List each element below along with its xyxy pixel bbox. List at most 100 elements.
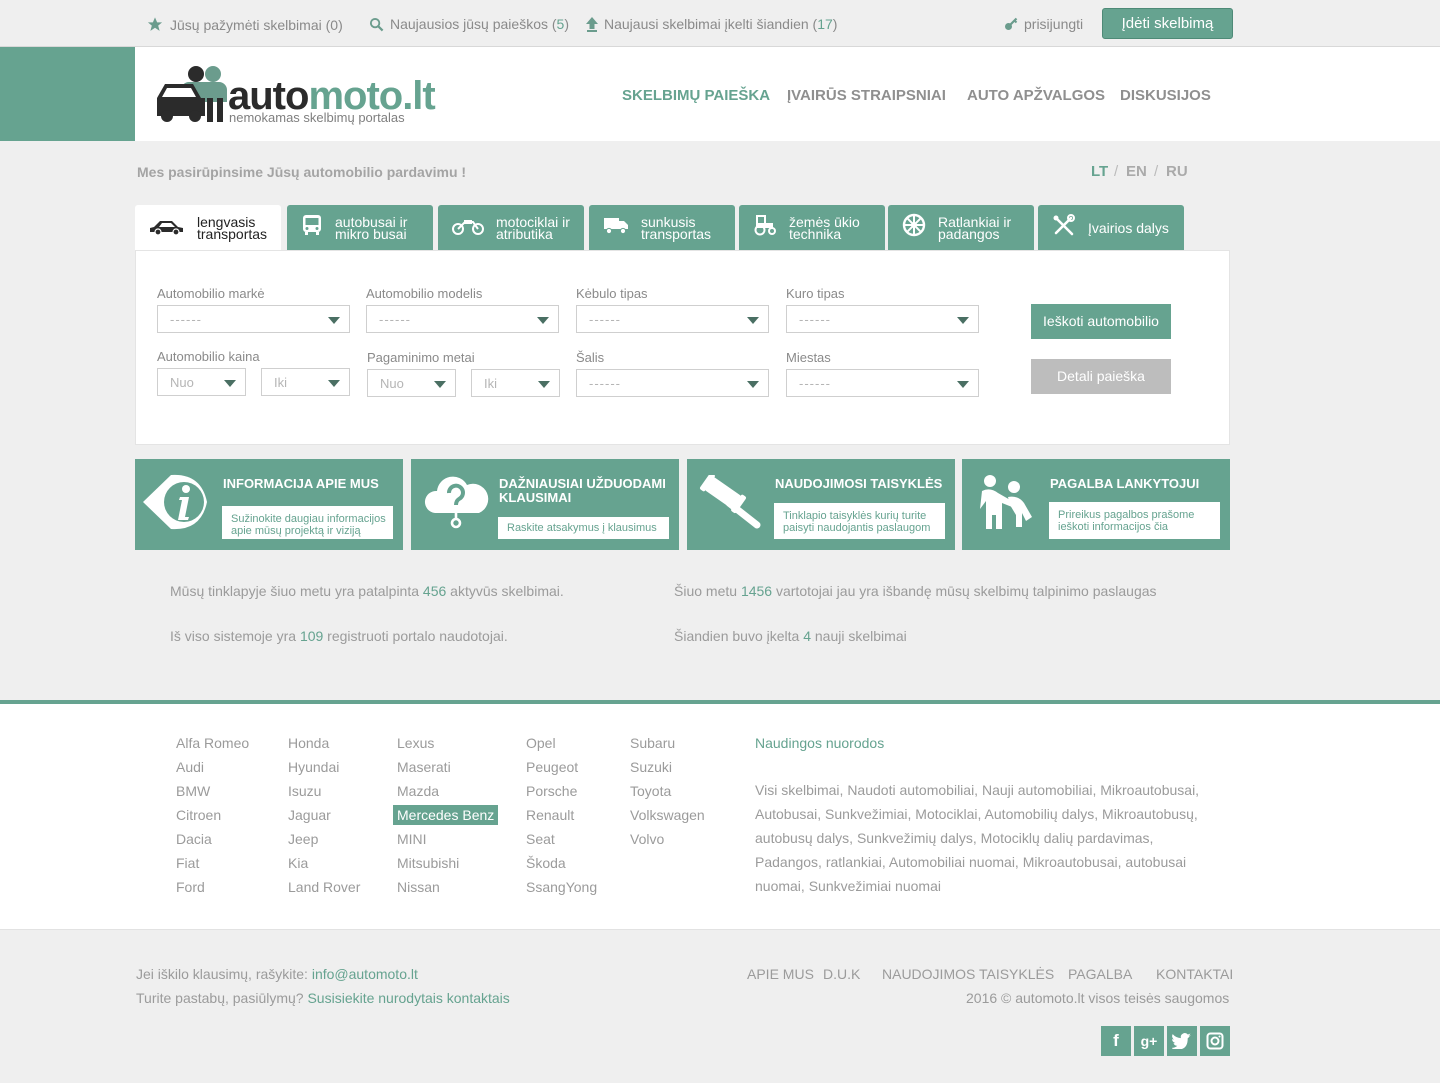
twitter-icon[interactable] [1167,1026,1197,1056]
brand-link[interactable]: SsangYong [526,879,597,895]
brand-link[interactable]: Suzuki [630,759,672,775]
year-to-select[interactable]: Iki [471,369,560,397]
brand-link[interactable]: BMW [176,783,210,799]
bus-icon [301,214,323,241]
brand-link[interactable]: Nissan [397,879,440,895]
footer-nav-faq[interactable]: D.U.K [823,966,860,982]
detailed-search-button[interactable]: Detali paieška [1031,359,1171,394]
info-box-rules[interactable]: NAUDOJIMOSI TAISYKLĖS Tinklapio taisyklė… [687,459,955,550]
brand-link[interactable]: Fiat [176,855,199,871]
body-type-select[interactable]: ------ [576,305,769,333]
price-to-select[interactable]: Iki [261,368,350,396]
post-ad-button[interactable]: Įdėti skelbimą [1102,8,1233,39]
year-from-select[interactable]: Nuo [367,369,456,397]
logo-icon[interactable] [155,64,231,129]
motorcycle-icon [452,215,484,240]
brand-link[interactable]: Škoda [526,855,566,871]
brand-link[interactable]: Porsche [526,783,577,799]
tab-motorcycles[interactable]: motociklai ir atributika [438,205,584,250]
brand-link[interactable]: Isuzu [288,783,321,799]
brand-link[interactable]: Hyundai [288,759,339,775]
make-label: Automobilio markė [157,286,265,301]
model-label: Automobilio modelis [366,286,483,301]
brand-link[interactable]: Mazda [397,783,439,799]
nav-discussions[interactable]: DISKUSIJOS [1120,87,1211,104]
saved-ads-link[interactable]: Jūsų pažymėti skelbimai (0) [146,16,343,33]
footer-nav-help[interactable]: PAGALBA [1068,966,1132,982]
tools-icon [1052,213,1076,242]
instagram-icon[interactable] [1200,1026,1230,1056]
brand-link[interactable]: Dacia [176,831,212,847]
lang-en[interactable]: EN [1126,163,1147,180]
city-select[interactable]: ------ [786,369,979,397]
chevron-down-icon [747,317,759,324]
intro-text: Mes pasirūpinsime Jūsų automobilio parda… [137,164,467,180]
chevron-down-icon [957,381,969,388]
nav-auto-reviews[interactable]: AUTO APŽVALGOS [967,87,1105,104]
brand-link[interactable]: Lexus [397,735,434,751]
key-icon [1004,17,1018,31]
model-select[interactable]: ------ [366,305,559,333]
tab-agricultural-machinery[interactable]: žemės ūkio technika [739,205,885,250]
brand-link[interactable]: Kia [288,855,308,871]
brand-link[interactable]: MINI [397,831,427,847]
tab-passenger-transport[interactable]: lengvasis transportas [135,205,281,251]
brand-link[interactable]: Jeep [288,831,318,847]
brand-link[interactable]: Alfa Romeo [176,735,249,751]
useful-links-text[interactable]: Visi skelbimai, Naudoti automobiliai, Na… [755,778,1220,898]
brand-link[interactable]: Toyota [630,783,671,799]
facebook-icon[interactable]: f [1101,1026,1131,1056]
logo-tagline: nemokamas skelbimų portalas [229,110,405,125]
brand-link[interactable]: Mercedes Benz [393,805,499,825]
price-from-select[interactable]: Nuo [157,368,246,396]
tab-various-parts[interactable]: Įvairios dalys [1038,205,1184,250]
brand-link[interactable]: Volvo [630,831,664,847]
tab-wheels-tires[interactable]: Ratlankiai ir padangos [888,205,1034,250]
recent-searches-link[interactable]: Naujausios jūsų paieškos (5) [369,16,569,32]
info-icon [141,467,211,542]
brand-link[interactable]: Citroen [176,807,221,823]
chevron-down-icon [537,317,549,324]
search-car-button[interactable]: Ieškoti automobilio [1031,304,1171,339]
chevron-down-icon [747,381,759,388]
brand-link[interactable]: Renault [526,807,574,823]
brand-link[interactable]: Mitsubishi [397,855,459,871]
brand-link[interactable]: Seat [526,831,555,847]
brand-link[interactable]: Jaguar [288,807,331,823]
fuel-type-select[interactable]: ------ [786,305,979,333]
info-box-faq[interactable]: DAŽNIAUSIAI UŽDUODAMI KLAUSIMAI Raskite … [411,459,679,550]
google-plus-icon[interactable]: g+ [1134,1026,1164,1056]
country-select[interactable]: ------ [576,369,769,397]
brand-link[interactable]: Honda [288,735,329,751]
make-select[interactable]: ------ [157,305,350,333]
brand-link[interactable]: Subaru [630,735,675,751]
brand-link[interactable]: Audi [176,759,204,775]
brand-link[interactable]: Peugeot [526,759,578,775]
brand-link[interactable]: Land Rover [288,879,360,895]
footer-nav-rules[interactable]: NAUDOJIMOS TAISYKLĖS [882,966,1054,982]
footer-nav-about[interactable]: APIE MUS [747,966,814,982]
city-label: Miestas [786,350,831,365]
info-box-about[interactable]: INFORMACIJA APIE MUS Sužinokite daugiau … [135,459,403,550]
info-box-help[interactable]: PAGALBA LANKYTOJUI Prireikus pagalbos pr… [962,459,1230,550]
brand-link[interactable]: Volkswagen [630,807,705,823]
stat-today-ads: Šiandien buvo įkelta 4 nauji skelbimai [674,628,907,644]
email-link[interactable]: info@automoto.lt [312,966,418,982]
brand-link[interactable]: Opel [526,735,556,751]
stat-users-tried: Šiuo metu 1456 vartotojai jau yra išband… [674,583,1157,599]
tab-heavy-transport[interactable]: sunkusis transportas [589,205,735,250]
lang-lt[interactable]: LT [1091,163,1108,180]
lang-ru[interactable]: RU [1166,163,1188,180]
login-link[interactable]: prisijungti [1004,16,1083,32]
contact-link[interactable]: Susisiekite nurodytais kontaktais [307,990,509,1006]
nav-articles[interactable]: ĮVAIRŪS STRAIPSNIAI [787,87,946,104]
lang-separator: / [1154,163,1159,180]
newest-ads-link[interactable]: Naujausi skelbimai įkelti šiandien (17) [586,16,837,32]
truck-icon [603,215,629,240]
brand-link[interactable]: Ford [176,879,205,895]
footer-nav-contacts[interactable]: KONTAKTAI [1156,966,1233,982]
nav-ad-search[interactable]: SKELBIMŲ PAIEŠKA [622,87,770,104]
tab-buses[interactable]: autobusai ir mikro busai [287,205,433,250]
car-icon [149,217,185,240]
brand-link[interactable]: Maserati [397,759,451,775]
